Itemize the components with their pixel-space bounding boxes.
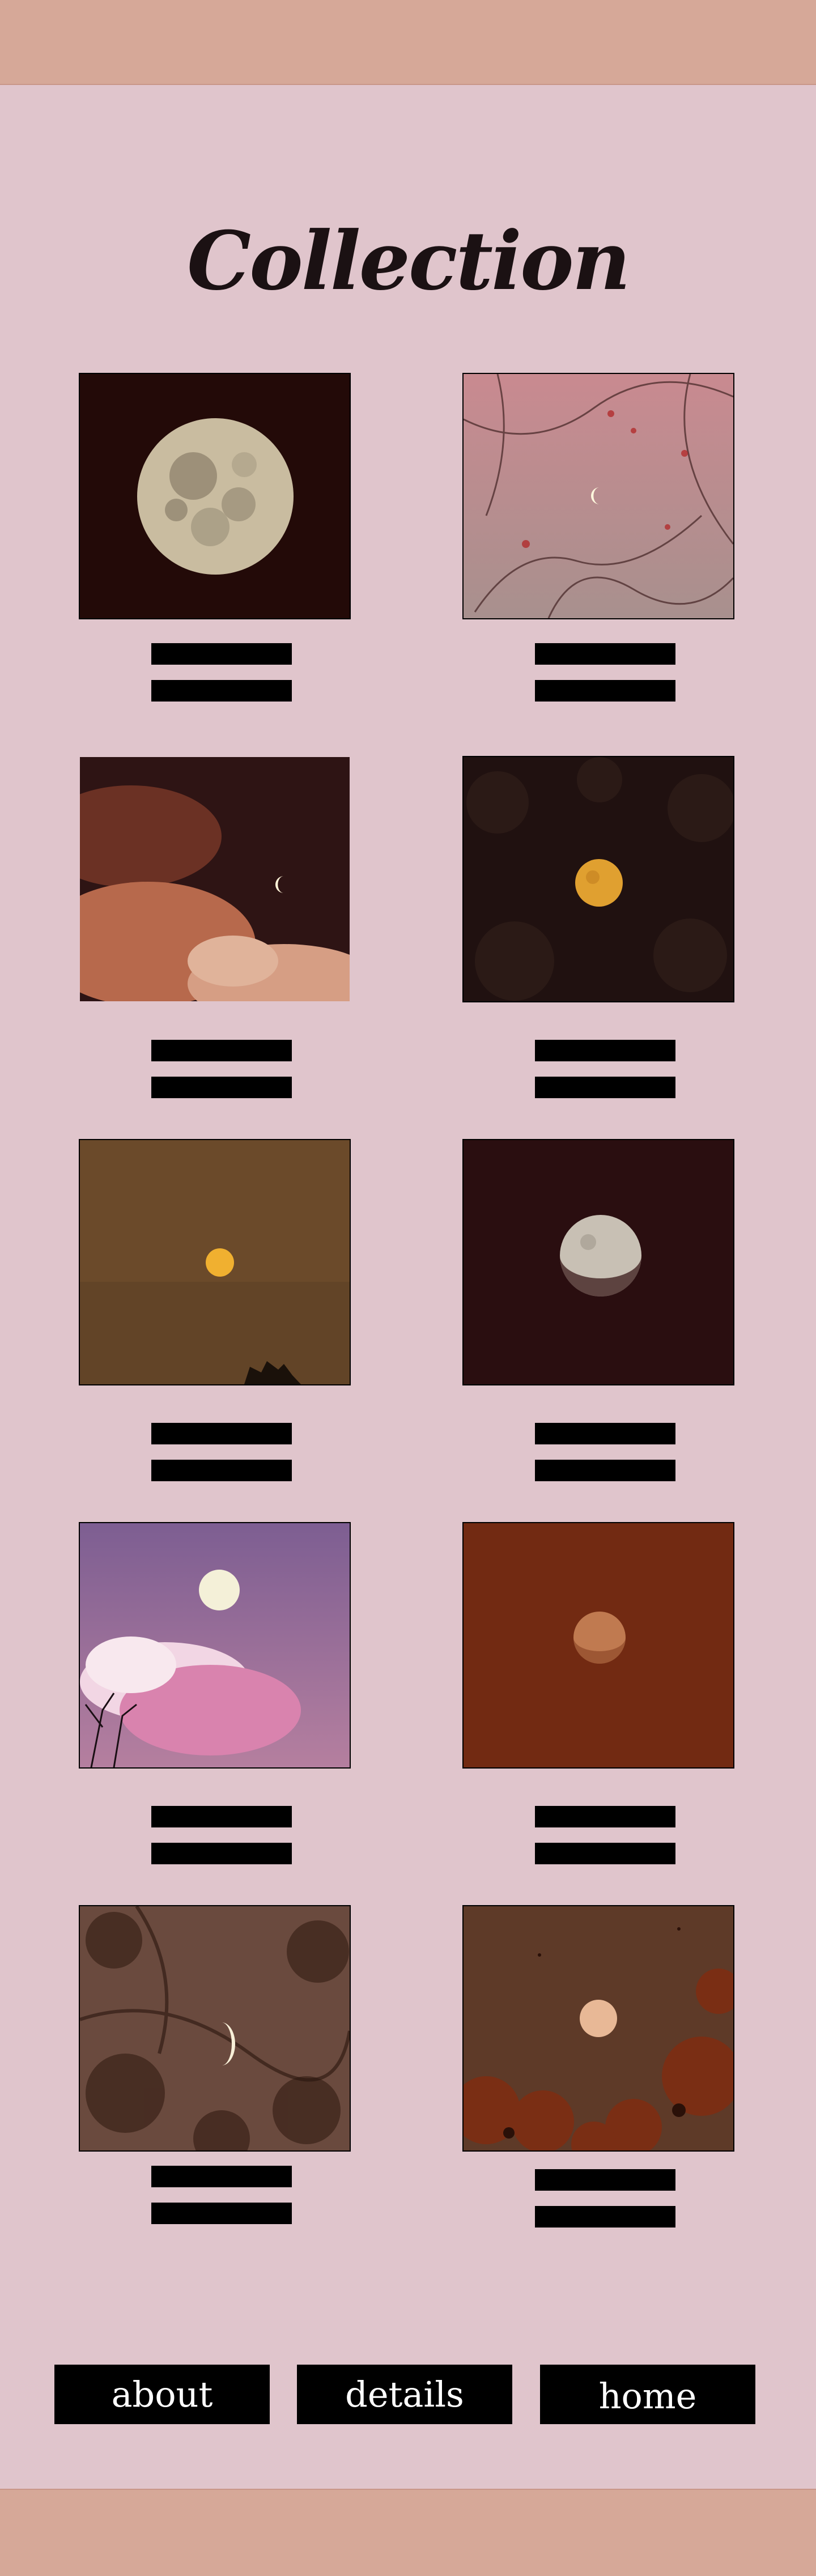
text-bar	[151, 1843, 292, 1864]
home-button[interactable]: home	[540, 2365, 755, 2424]
text-bar	[151, 2166, 292, 2187]
golden-moon-leaves-image	[464, 757, 733, 1001]
gallery-image[interactable]	[79, 1905, 351, 2152]
gallery-image[interactable]	[79, 756, 351, 1002]
text-bar	[535, 1423, 675, 1444]
bottom-band	[0, 2489, 816, 2576]
title-placeholder-bars	[535, 2169, 675, 2243]
text-bar	[151, 680, 292, 702]
gallery-item-1[interactable]	[79, 373, 351, 702]
text-bar	[151, 643, 292, 665]
gallery-image[interactable]	[79, 1522, 351, 1769]
title-placeholder-bars	[535, 643, 675, 717]
gallery-item-9[interactable]	[79, 1905, 351, 2224]
gallery-item-5[interactable]	[79, 1139, 351, 1481]
title-placeholder-bars	[151, 1040, 292, 1113]
text-bar	[151, 2203, 292, 2224]
title-placeholder-bars	[151, 1806, 292, 1880]
gallery-item-6[interactable]	[462, 1139, 734, 1481]
text-bar	[535, 2206, 675, 2228]
gallery-image[interactable]	[462, 1905, 734, 2152]
moon-rust-sky-image	[464, 1523, 733, 1767]
about-button[interactable]: about	[54, 2365, 270, 2424]
gallery-image[interactable]	[462, 1139, 734, 1385]
gallery-item-7[interactable]	[79, 1522, 351, 1864]
gibbous-moon-image	[464, 1140, 733, 1384]
text-bar	[535, 1077, 675, 1098]
text-bar	[535, 643, 675, 665]
title-placeholder-bars	[151, 1423, 292, 1497]
text-bar	[151, 1077, 292, 1098]
page-title: Collection	[187, 214, 631, 309]
text-bar	[151, 1040, 292, 1061]
text-bar	[151, 1460, 292, 1481]
crescent-clouds-image	[80, 757, 350, 1001]
gallery-image[interactable]	[462, 1522, 734, 1769]
full-moon-image	[80, 374, 350, 618]
gallery-item-10[interactable]	[462, 1905, 734, 2228]
gallery-image[interactable]	[462, 373, 734, 619]
text-bar	[535, 1806, 675, 1827]
title-placeholder-bars	[535, 1423, 675, 1497]
text-bar	[151, 1806, 292, 1827]
gallery-item-4[interactable]	[462, 756, 734, 1098]
gallery-image[interactable]	[462, 756, 734, 1002]
gallery-image[interactable]	[79, 373, 351, 619]
gallery-item-2[interactable]	[462, 373, 734, 702]
title-placeholder-bars	[535, 1806, 675, 1880]
gallery-item-8[interactable]	[462, 1522, 734, 1864]
text-bar	[535, 680, 675, 702]
title-placeholder-bars	[535, 1040, 675, 1113]
crescent-blurred-branches-image	[80, 1906, 350, 2150]
text-bar	[535, 1843, 675, 1864]
gallery-item-3[interactable]	[79, 756, 351, 1098]
details-button[interactable]: details	[297, 2365, 512, 2424]
crescent-branches-image	[464, 374, 733, 618]
text-bar	[151, 1423, 292, 1444]
moon-over-trees-image	[464, 1906, 733, 2150]
gallery-image[interactable]	[79, 1139, 351, 1385]
text-bar	[535, 2169, 675, 2191]
golden-moon-sepia-image	[80, 1140, 350, 1384]
text-bar	[535, 1040, 675, 1061]
full-moon-pink-cloud-image	[80, 1523, 350, 1767]
title-placeholder-bars	[151, 643, 292, 717]
top-band	[0, 0, 816, 85]
text-bar	[535, 1460, 675, 1481]
title-placeholder-bars	[151, 2166, 292, 2239]
